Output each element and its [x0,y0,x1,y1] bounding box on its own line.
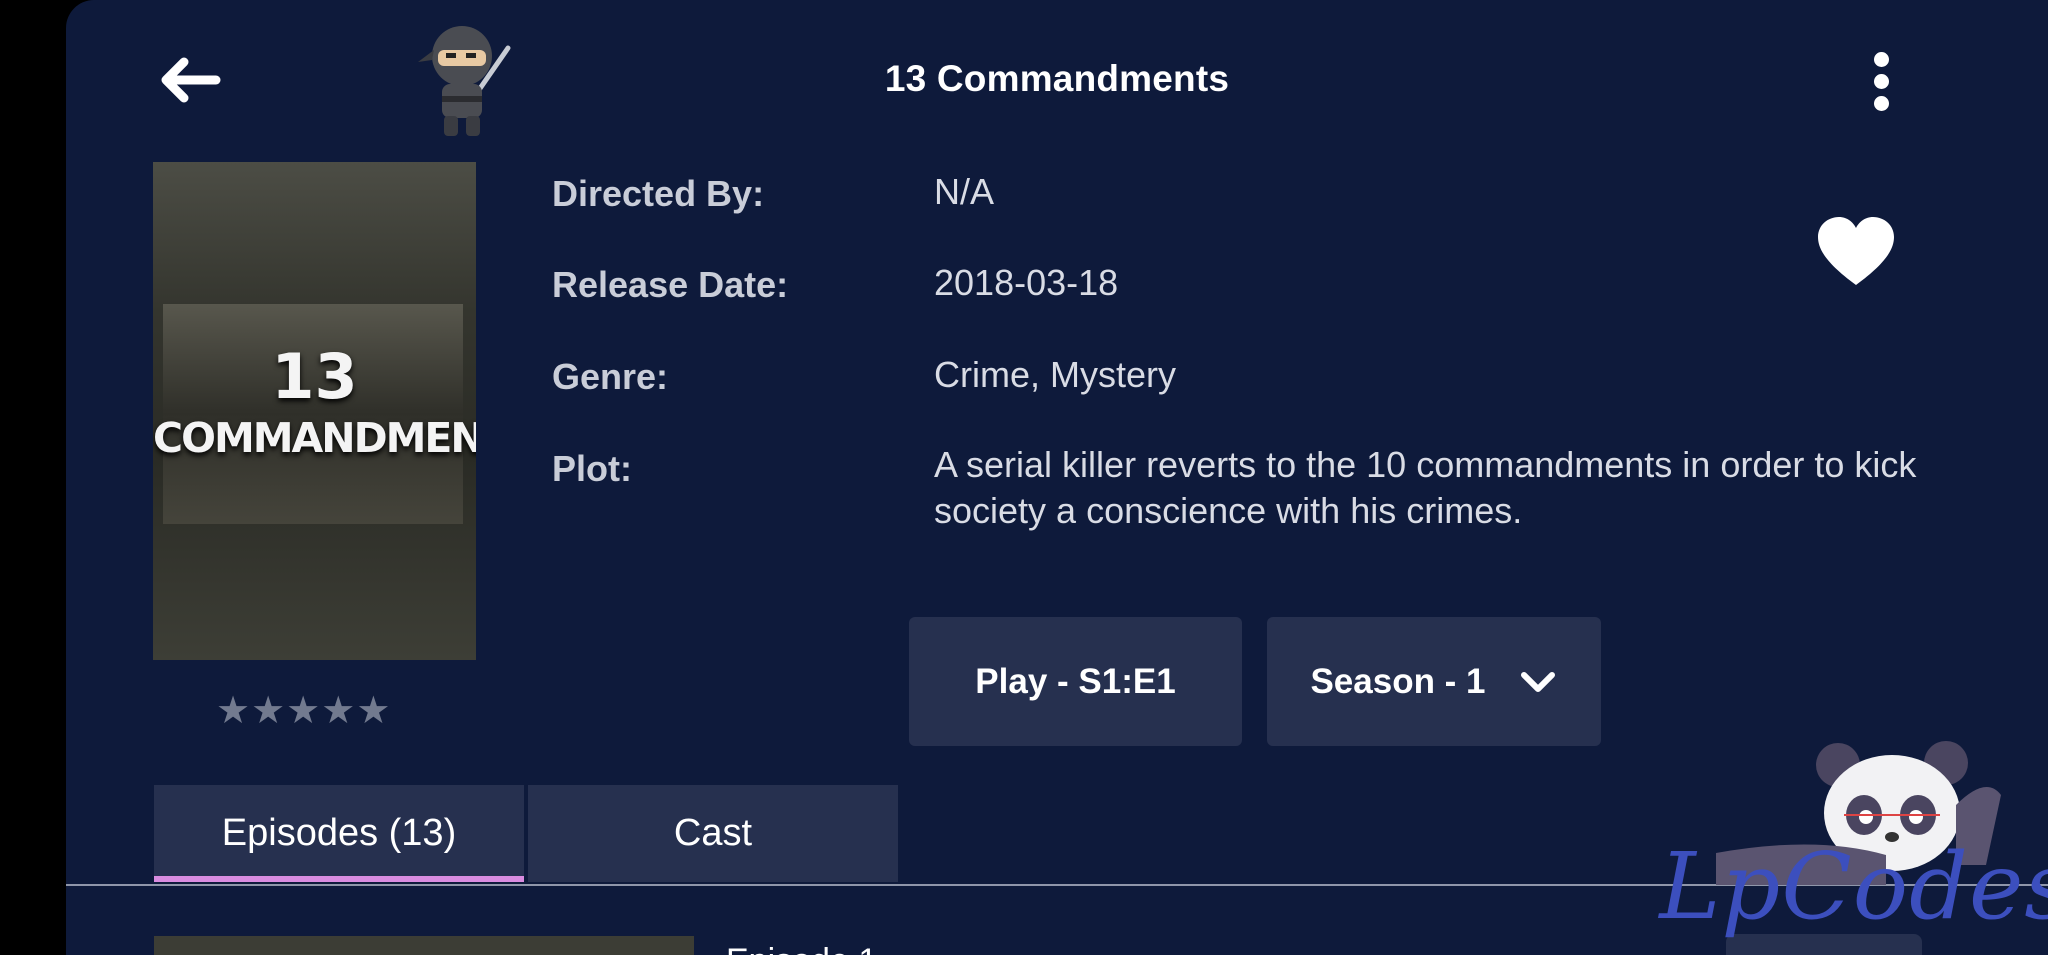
directed-by-value: N/A [934,171,995,212]
tab-cast-label: Cast [673,812,753,854]
star-icon: ★ [216,690,251,732]
season-select[interactable]: Season - 1 [1267,617,1601,746]
star-icon: ★ [321,690,356,732]
more-options-button[interactable] [1866,48,1896,116]
play-button-label: Play - S1:E1 [975,661,1176,701]
favorite-button[interactable] [1816,215,1896,289]
release-date-label: Release Date: [552,264,789,305]
tab-episodes[interactable]: Episodes (13) [154,785,524,882]
episode-thumbnail[interactable] [154,936,694,955]
poster-number: 13 [271,340,358,413]
app-screen: 13 Commandments 13 COMMANDMENTS ★★★★★ Di… [66,0,2048,955]
poster-image: 13 COMMANDMENTS [153,162,476,660]
star-icon: ★ [251,690,286,732]
tab-cast[interactable]: Cast [528,785,898,882]
star-icon: ★ [356,690,391,732]
plot-value: A serial killer reverts to the 10 comman… [934,444,1917,531]
active-tab-indicator [154,876,524,882]
chevron-down-icon [1520,671,1555,692]
directed-by-label: Directed By: [552,173,765,214]
plot-label: Plot: [552,448,632,489]
poster-word: COMMANDMENTS [153,414,476,462]
star-rating[interactable]: ★★★★★ [216,688,416,732]
heart-icon [1818,217,1894,285]
page-title: 13 Commandments [884,58,1230,99]
genre-label: Genre: [552,356,669,397]
genre-value: Crime, Mystery [934,354,1176,395]
star-icon: ★ [286,690,321,732]
play-button[interactable]: Play - S1:E1 [909,617,1242,746]
season-select-label: Season - 1 [1310,661,1486,701]
release-date-value: 2018-03-18 [934,262,1119,303]
tab-episodes-label: Episodes (13) [221,812,457,854]
watermark: LpCodes [1656,735,2048,945]
watermark-text: LpCodes [1659,833,2048,940]
episode-title[interactable]: Episode 1 [726,942,877,955]
